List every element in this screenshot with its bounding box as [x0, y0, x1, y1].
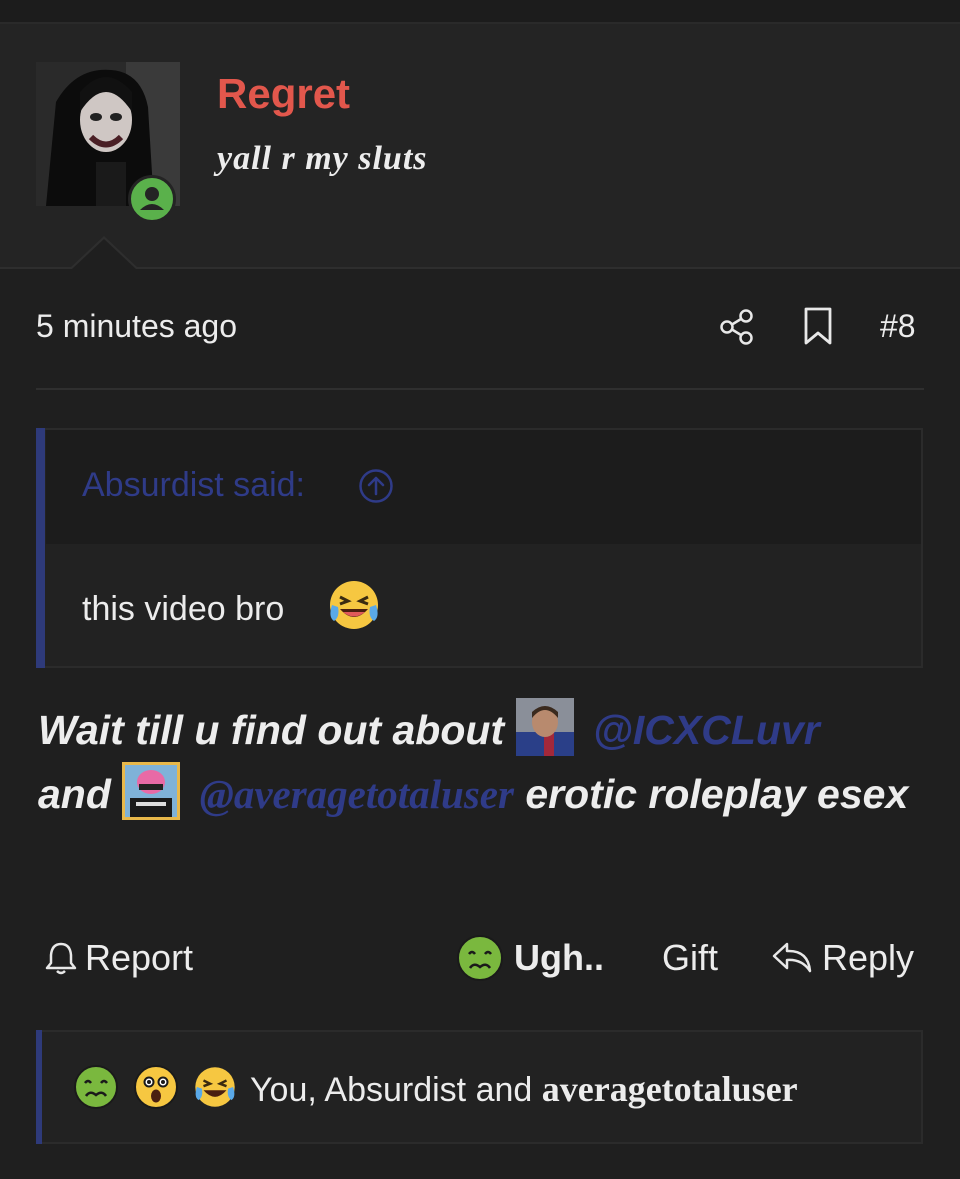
divider [36, 388, 924, 390]
bookmark-icon[interactable] [800, 306, 836, 346]
quote-text: this video bro [82, 590, 285, 628]
user-mini-avatar[interactable] [122, 762, 181, 820]
mention-link[interactable]: @ICXCLuvr [593, 707, 820, 753]
reaction-button[interactable]: Ugh.. [514, 937, 604, 979]
nauseated-emoji[interactable] [456, 934, 504, 982]
quote-author[interactable]: Absurdist said: [82, 466, 305, 505]
post-timestamp[interactable]: 5 minutes ago [36, 308, 237, 345]
message-text: erotic roleplay esex [525, 771, 909, 817]
report-button[interactable]: Report [85, 937, 193, 979]
bell-icon[interactable] [44, 940, 78, 976]
reactions-last-user: averagetotaluser [541, 1069, 798, 1109]
reactions-users: You, Absurdist and [250, 1071, 542, 1109]
header-pointer [70, 236, 138, 269]
reactions-summary[interactable]: You, Absurdist and averagetotaluser [250, 1068, 798, 1110]
message-text: and [38, 771, 111, 817]
gift-button[interactable]: Gift [662, 937, 718, 979]
reactions-accent-bar [36, 1030, 42, 1144]
username[interactable]: Regret [217, 70, 350, 118]
quote-accent-bar [36, 428, 45, 668]
reply-arrow-icon[interactable] [770, 938, 814, 976]
nauseated-emoji [74, 1065, 118, 1109]
laughing-crying-emoji [330, 581, 378, 629]
share-icon[interactable] [718, 308, 756, 346]
user-title: yall r my sluts [217, 140, 428, 177]
astonished-emoji [134, 1065, 178, 1109]
post-message: Wait till u find out about @ICXCLuvr and… [38, 698, 918, 826]
laughing-crying-emoji [195, 1067, 235, 1107]
top-divider [0, 0, 960, 24]
post-number[interactable]: #8 [880, 308, 916, 345]
arrow-up-circle-icon[interactable] [358, 468, 394, 504]
message-text: Wait till u find out about [38, 707, 505, 753]
online-status-icon [128, 175, 176, 223]
mention-link[interactable]: @averagetotaluser [200, 771, 514, 817]
user-mini-avatar[interactable] [515, 698, 574, 756]
reply-button[interactable]: Reply [822, 937, 914, 979]
